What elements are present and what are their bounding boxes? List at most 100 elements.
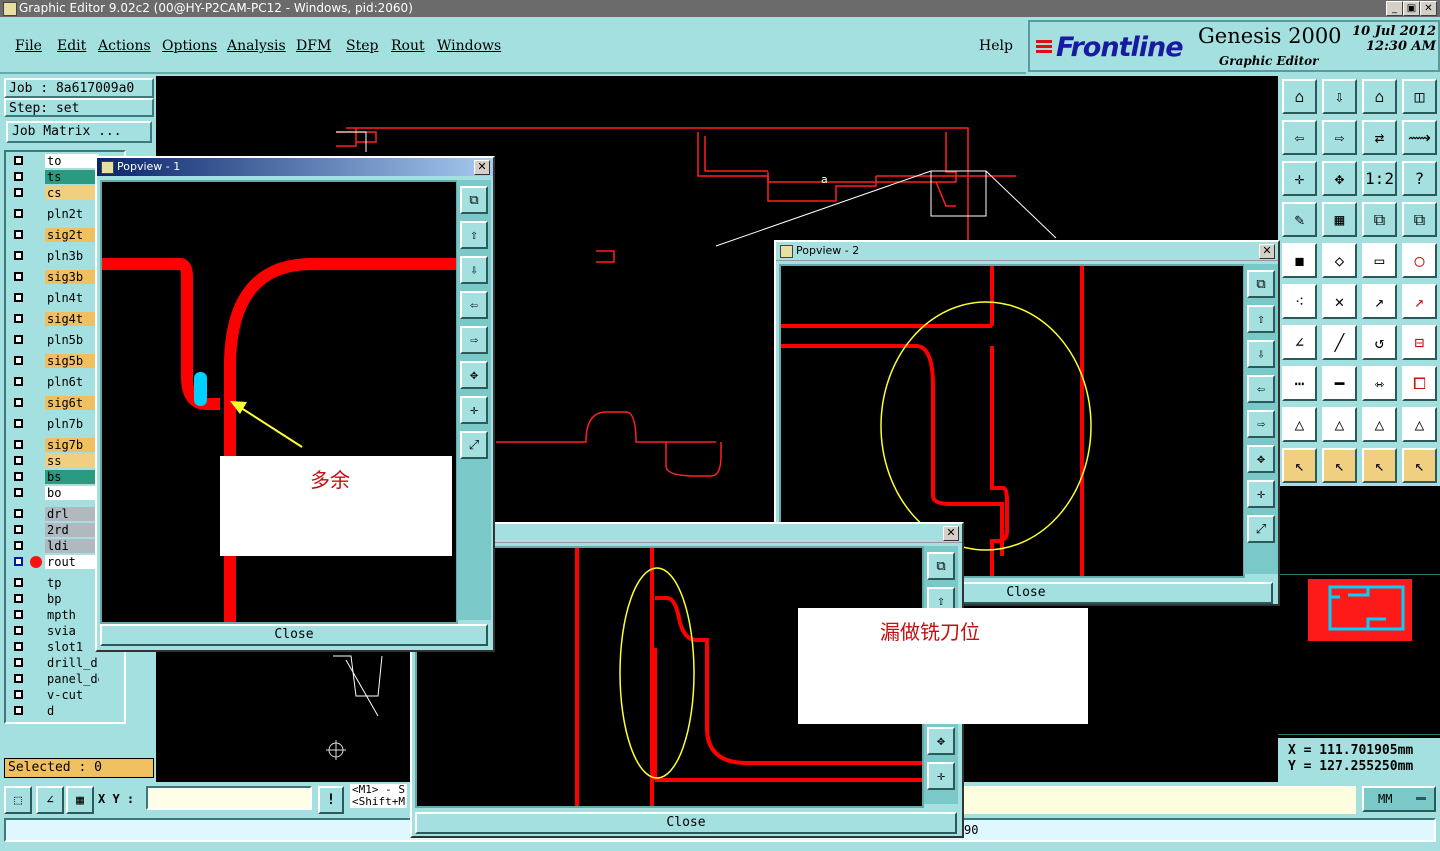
layer-checkbox[interactable] (14, 251, 23, 260)
layer-checkbox[interactable] (14, 293, 23, 302)
layer-row[interactable]: sig7b (12, 438, 100, 452)
layer-checkbox[interactable] (14, 557, 23, 566)
triangle-icon[interactable]: △ (1402, 407, 1437, 442)
layer-row[interactable]: ldi (12, 539, 100, 553)
pointer-icon[interactable]: ↖ (1402, 448, 1437, 483)
layer-row[interactable]: sig5b (12, 354, 100, 368)
layer-row[interactable]: bp (12, 592, 100, 606)
popview-3-close-icon[interactable]: ✕ (943, 526, 959, 541)
layer-checkbox[interactable] (14, 610, 23, 619)
layer-row[interactable]: pln5b (12, 333, 100, 347)
pad-icon[interactable]: ◼ (1282, 243, 1317, 278)
grid-toggle-icon[interactable]: ▦ (66, 786, 94, 814)
menu-analysis[interactable]: Analysis (227, 38, 286, 54)
connect-icon[interactable]: ↗ (1362, 284, 1397, 319)
popview-view-button[interactable]: ⧉ (460, 186, 488, 214)
popview-1-close-button[interactable]: Close (100, 624, 488, 646)
pointer-icon[interactable]: ↖ (1322, 448, 1357, 483)
layer-checkbox[interactable] (14, 156, 23, 165)
pointer-icon[interactable]: ↖ (1282, 448, 1317, 483)
layer-row[interactable]: pln4t (12, 291, 100, 305)
layer-checkbox[interactable] (14, 456, 23, 465)
popview-3-close-button[interactable]: Close (415, 812, 957, 834)
minimize-button[interactable]: _ (1386, 1, 1403, 16)
popview-view-button[interactable]: ✥ (1247, 445, 1275, 473)
popview-view-button[interactable]: ⇨ (1247, 410, 1275, 438)
dimension-icon[interactable]: ⇿ (1362, 366, 1397, 401)
popview-view-button[interactable]: ⇦ (460, 291, 488, 319)
menu-step[interactable]: Step (346, 38, 378, 54)
popview-view-button[interactable]: ⇦ (1247, 375, 1275, 403)
layer-checkbox[interactable] (14, 377, 23, 386)
layer-row[interactable]: d (12, 704, 100, 718)
layer-row[interactable]: pln6t (12, 375, 100, 389)
close-window-button[interactable]: ✕ (1420, 1, 1437, 16)
layer-checkbox[interactable] (14, 594, 23, 603)
menu-options[interactable]: Options (162, 38, 217, 54)
layer-checkbox[interactable] (14, 356, 23, 365)
layer-row[interactable]: sig6t (12, 396, 100, 410)
fit-icon[interactable]: ✛ (1282, 161, 1317, 196)
popview-view-button[interactable]: ⤢ (460, 431, 488, 459)
layer-row[interactable]: bs (12, 470, 100, 484)
layer-row[interactable]: slot1 (12, 640, 100, 654)
layer-checkbox[interactable] (14, 230, 23, 239)
popview-view-button[interactable]: ✛ (927, 762, 955, 790)
layer-row[interactable]: bo (12, 486, 100, 500)
popview-view-button[interactable]: ⇧ (460, 221, 488, 249)
triangle-icon[interactable]: △ (1282, 407, 1317, 442)
cross-icon[interactable]: ✕ (1322, 284, 1357, 319)
arc-icon[interactable]: ↺ (1362, 325, 1397, 360)
popview-2-close-icon[interactable]: ✕ (1259, 244, 1275, 259)
layer-checkbox[interactable] (14, 525, 23, 534)
center-icon[interactable]: ✥ (1322, 161, 1357, 196)
triangle-icon[interactable]: △ (1322, 407, 1357, 442)
layer-row[interactable]: v-cut (12, 688, 100, 702)
menu-actions[interactable]: Actions (98, 38, 151, 54)
layer-row[interactable]: svia (12, 624, 100, 638)
popview-view-button[interactable]: ⧉ (927, 552, 955, 580)
menu-file[interactable]: File (15, 38, 42, 54)
layer-checkbox[interactable] (14, 188, 23, 197)
layer-checkbox[interactable] (14, 706, 23, 715)
menu-help[interactable]: Help (979, 38, 1013, 54)
popview-view-button[interactable]: ⤢ (1247, 515, 1275, 543)
layer-checkbox[interactable] (14, 690, 23, 699)
menu-dfm[interactable]: DFM (296, 38, 331, 54)
layer-row[interactable]: ss (12, 454, 100, 468)
layer-checkbox[interactable] (14, 419, 23, 428)
zoom-area-icon[interactable]: ⬚ (4, 786, 32, 814)
popview-view-button[interactable]: ⇩ (460, 256, 488, 284)
popview-view-button[interactable]: ⇨ (460, 326, 488, 354)
layer-row[interactable]: drill_drawin (12, 656, 100, 670)
layer-row[interactable]: pln3b (12, 249, 100, 263)
circle-icon[interactable]: ◯ (1402, 243, 1437, 278)
fill-icon[interactable]: ⊟ (1402, 325, 1437, 360)
popview-view-button[interactable]: ⇧ (1247, 305, 1275, 333)
layer-row[interactable]: rout (12, 555, 100, 569)
xy-input[interactable] (146, 786, 312, 810)
layer-checkbox[interactable] (14, 626, 23, 635)
connect-icon[interactable]: ↗ (1402, 284, 1437, 319)
layer-row[interactable]: drl (12, 507, 100, 521)
layer-row[interactable]: cs (12, 186, 100, 200)
pen-icon[interactable]: ◇ (1322, 243, 1357, 278)
units-selector[interactable]: MM (1362, 786, 1436, 812)
layer-checkbox[interactable] (14, 272, 23, 281)
layer-row[interactable]: sig3b (12, 270, 100, 284)
popview-1-close-icon[interactable]: ✕ (474, 160, 490, 175)
layer-checkbox[interactable] (14, 541, 23, 550)
layer-checkbox[interactable] (14, 472, 23, 481)
maximize-button[interactable]: ▣ (1403, 1, 1420, 16)
layer-row[interactable]: mpth (12, 608, 100, 622)
ratio-label[interactable]: 1:2 (1362, 161, 1397, 196)
layer-checkbox[interactable] (14, 488, 23, 497)
layer-checkbox[interactable] (14, 314, 23, 323)
layer-checkbox[interactable] (14, 335, 23, 344)
job-matrix-button[interactable]: Job Matrix ... (6, 121, 152, 143)
layer-checkbox[interactable] (14, 658, 23, 667)
swap-icon[interactable]: ⇄ (1362, 120, 1397, 155)
layer-checkbox[interactable] (14, 642, 23, 651)
layer-compare-icon[interactable]: ⧉ (1362, 202, 1397, 237)
layer-row[interactable]: to (12, 154, 100, 168)
